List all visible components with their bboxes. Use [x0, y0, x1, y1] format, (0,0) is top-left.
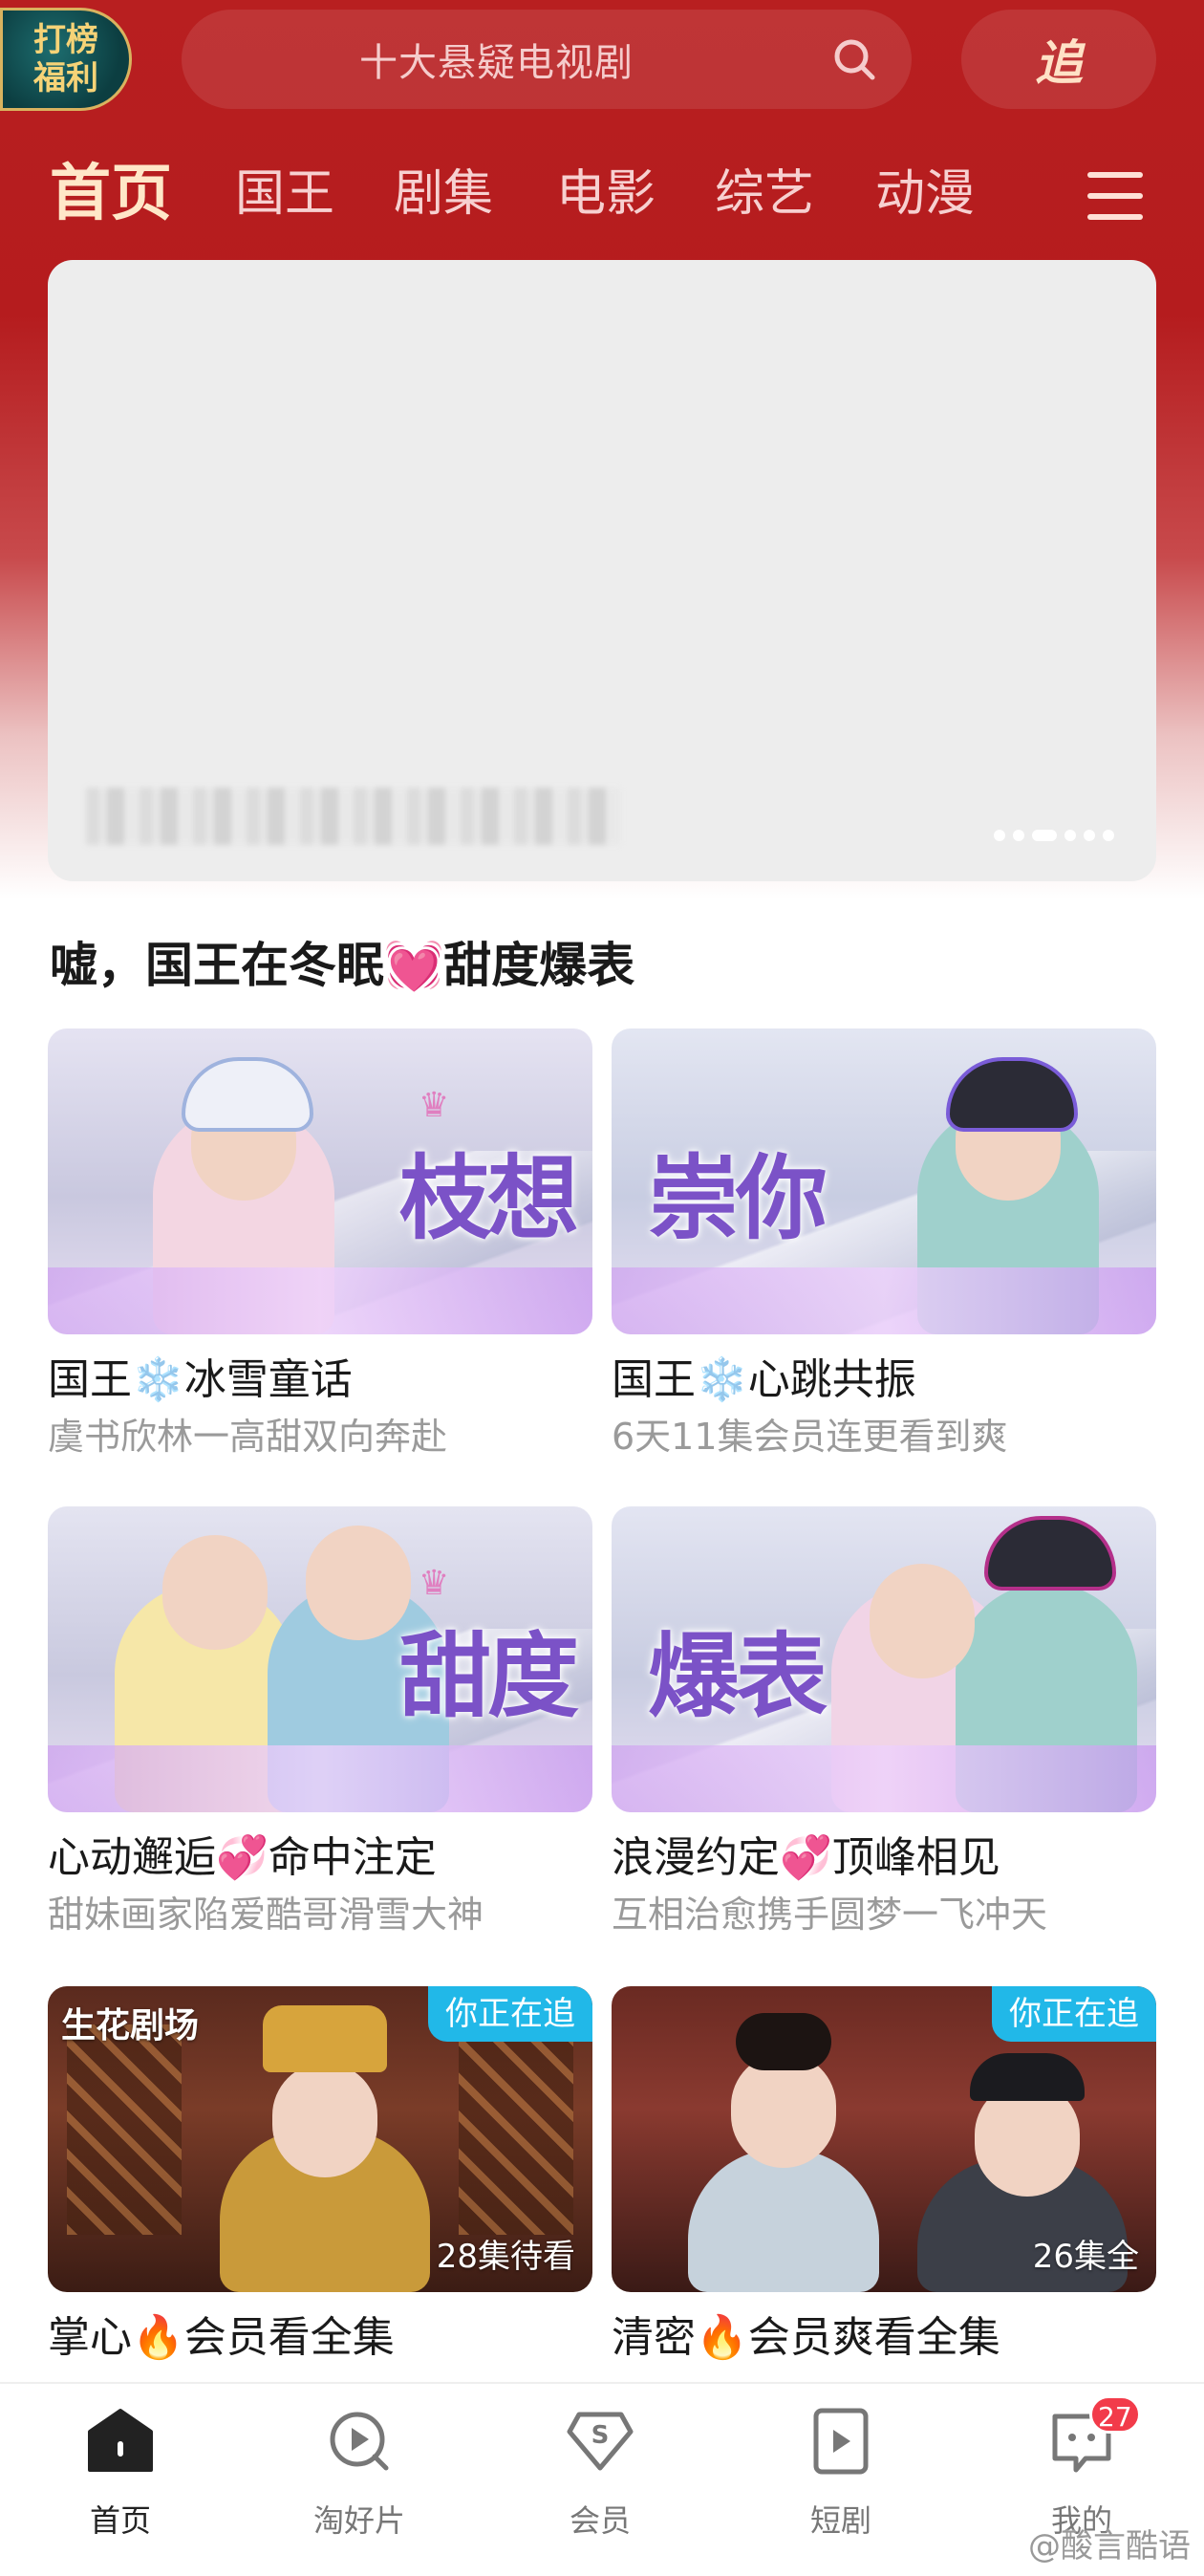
tab-bar-label: 淘好片	[312, 2502, 405, 2539]
carousel-dot-active	[1032, 830, 1057, 841]
carousel-dot	[1013, 830, 1024, 841]
tab-anime[interactable]: 动漫	[875, 151, 975, 237]
drama-card[interactable]: 你正在追 26集全 清密🔥会员爽看全集	[612, 1986, 1156, 2365]
card-thumbnail[interactable]: 你正在追 26集全	[612, 1986, 1156, 2292]
search-bar[interactable]: 十大悬疑电视剧	[182, 10, 912, 109]
tab-bar-home[interactable]: 首页	[25, 2384, 216, 2546]
thumbnail-title: 甜度	[399, 1622, 579, 1730]
crown-icon: ♛	[419, 1086, 450, 1125]
tab-variety[interactable]: 综艺	[715, 151, 814, 237]
notification-badge: 27	[1089, 2395, 1141, 2434]
tab-series[interactable]: 剧集	[394, 151, 493, 237]
hair-bun	[736, 2013, 831, 2070]
crown-icon: ♛	[419, 1564, 450, 1603]
actor-figure	[688, 2149, 879, 2292]
card-thumbnail[interactable]: ♛ 甜度	[48, 1506, 592, 1812]
menu-icon[interactable]	[1087, 172, 1143, 220]
svg-text:S: S	[591, 2421, 610, 2450]
promo-badge[interactable]: 打榜 福利	[0, 8, 132, 111]
thumbnail-title: 枝想	[399, 1144, 579, 1252]
card-title: 心动邂逅💞命中注定	[48, 1833, 437, 1882]
drama-card[interactable]: 爆表 浪漫约定💞顶峰相见 互相治愈携手圆梦一飞冲天	[612, 1506, 1156, 1938]
lattice-window	[67, 2024, 182, 2235]
discover-icon	[330, 2412, 389, 2471]
headdress	[263, 2005, 387, 2072]
following-tag: 你正在追	[428, 1986, 592, 2042]
tab-bar-vip[interactable]: S 会员	[505, 2384, 696, 2546]
lattice-window	[459, 2024, 573, 2235]
carousel-dots	[994, 830, 1114, 841]
tab-bar-discover[interactable]: 淘好片	[264, 2384, 455, 2546]
actor-head	[870, 1564, 975, 1678]
card-thumbnail[interactable]: 生花剧场 你正在追 28集待看	[48, 1986, 592, 2292]
carousel-dot	[1064, 830, 1076, 841]
tab-movies[interactable]: 电影	[556, 151, 656, 237]
card-title: 清密🔥会员爽看全集	[612, 2313, 1000, 2362]
episode-count: 28集待看	[436, 2238, 575, 2276]
card-thumbnail[interactable]: 崇你	[612, 1028, 1156, 1334]
drama-card[interactable]: ♛ 甜度 心动邂逅💞命中注定 甜妹画家陷爱酷哥滑雪大神	[48, 1506, 592, 1938]
card-subtitle: 虞书欣林一高甜双向奔赴	[48, 1416, 448, 1458]
card-title: 浪漫约定💞顶峰相见	[612, 1833, 1000, 1882]
helmet	[984, 1516, 1116, 1591]
section-title: 嘘，国王在冬眠💓甜度爆表	[50, 938, 635, 993]
card-title: 国王❄️心跳共振	[612, 1355, 916, 1404]
follow-button[interactable]: 追	[961, 10, 1156, 109]
watermark: @酸言酷语	[1028, 2527, 1191, 2565]
tab-bar-short-drama[interactable]: 短剧	[745, 2384, 936, 2546]
card-thumbnail[interactable]: 爆表	[612, 1506, 1156, 1812]
bottom-tab-bar: 首页 淘好片 S 会员 短剧 27 我的	[0, 2382, 1204, 2576]
actor-head	[162, 1535, 268, 1650]
drama-card[interactable]: ♛ 枝想 国王❄️冰雪童话 虞书欣林一高甜双向奔赴	[48, 1028, 592, 1461]
follow-icon: 追	[1035, 35, 1083, 91]
drama-card[interactable]: 生花剧场 你正在追 28集待看 掌心🔥会员看全集	[48, 1986, 592, 2365]
carousel-dot	[1103, 830, 1114, 841]
card-thumbnail[interactable]: ♛ 枝想	[48, 1028, 592, 1334]
tab-guowang[interactable]: 国王	[235, 151, 334, 237]
banner-caption-blurred	[86, 788, 621, 845]
following-tag: 你正在追	[992, 1986, 1156, 2042]
drama-card[interactable]: 崇你 国王❄️心跳共振 6天11集会员连更看到爽	[612, 1028, 1156, 1461]
card-subtitle: 甜妹画家陷爱酷哥滑雪大神	[48, 1894, 484, 1936]
tab-home[interactable]: 首页	[50, 151, 172, 237]
search-icon[interactable]	[831, 36, 877, 82]
promo-badge-line1: 打榜	[33, 21, 98, 59]
thumbnail-title: 爆表	[648, 1622, 828, 1730]
channel-nav: 首页 国王 剧集 电影 综艺 动漫	[0, 151, 1204, 237]
hat	[970, 2053, 1085, 2101]
card-title: 掌心🔥会员看全集	[48, 2313, 395, 2362]
thumbnail-title: 崇你	[648, 1144, 828, 1252]
card-title: 国王❄️冰雪童话	[48, 1355, 353, 1404]
card-subtitle: 互相治愈携手圆梦一飞冲天	[612, 1894, 1048, 1936]
home-icon	[88, 2409, 153, 2472]
short-drama-icon	[813, 2408, 869, 2475]
tab-bar-label: 会员	[569, 2502, 631, 2539]
episode-count: 26集全	[1032, 2238, 1139, 2276]
helmet	[946, 1057, 1078, 1132]
carousel-dot	[994, 830, 1005, 841]
actor-head	[731, 2053, 836, 2168]
vip-icon: S	[567, 2412, 634, 2471]
search-placeholder: 十大悬疑电视剧	[359, 41, 634, 85]
promo-badge-line2: 福利	[33, 59, 98, 97]
carousel-dot	[1084, 830, 1095, 841]
helmet	[182, 1057, 313, 1132]
actor-head	[306, 1526, 411, 1640]
actor-head	[272, 2063, 377, 2177]
tab-bar-label: 首页	[89, 2502, 151, 2539]
studio-logo: 生花剧场	[61, 2006, 200, 2046]
card-subtitle: 6天11集会员连更看到爽	[612, 1416, 1008, 1458]
hero-banner[interactable]	[48, 260, 1156, 881]
tab-bar-label: 短剧	[809, 2502, 871, 2539]
